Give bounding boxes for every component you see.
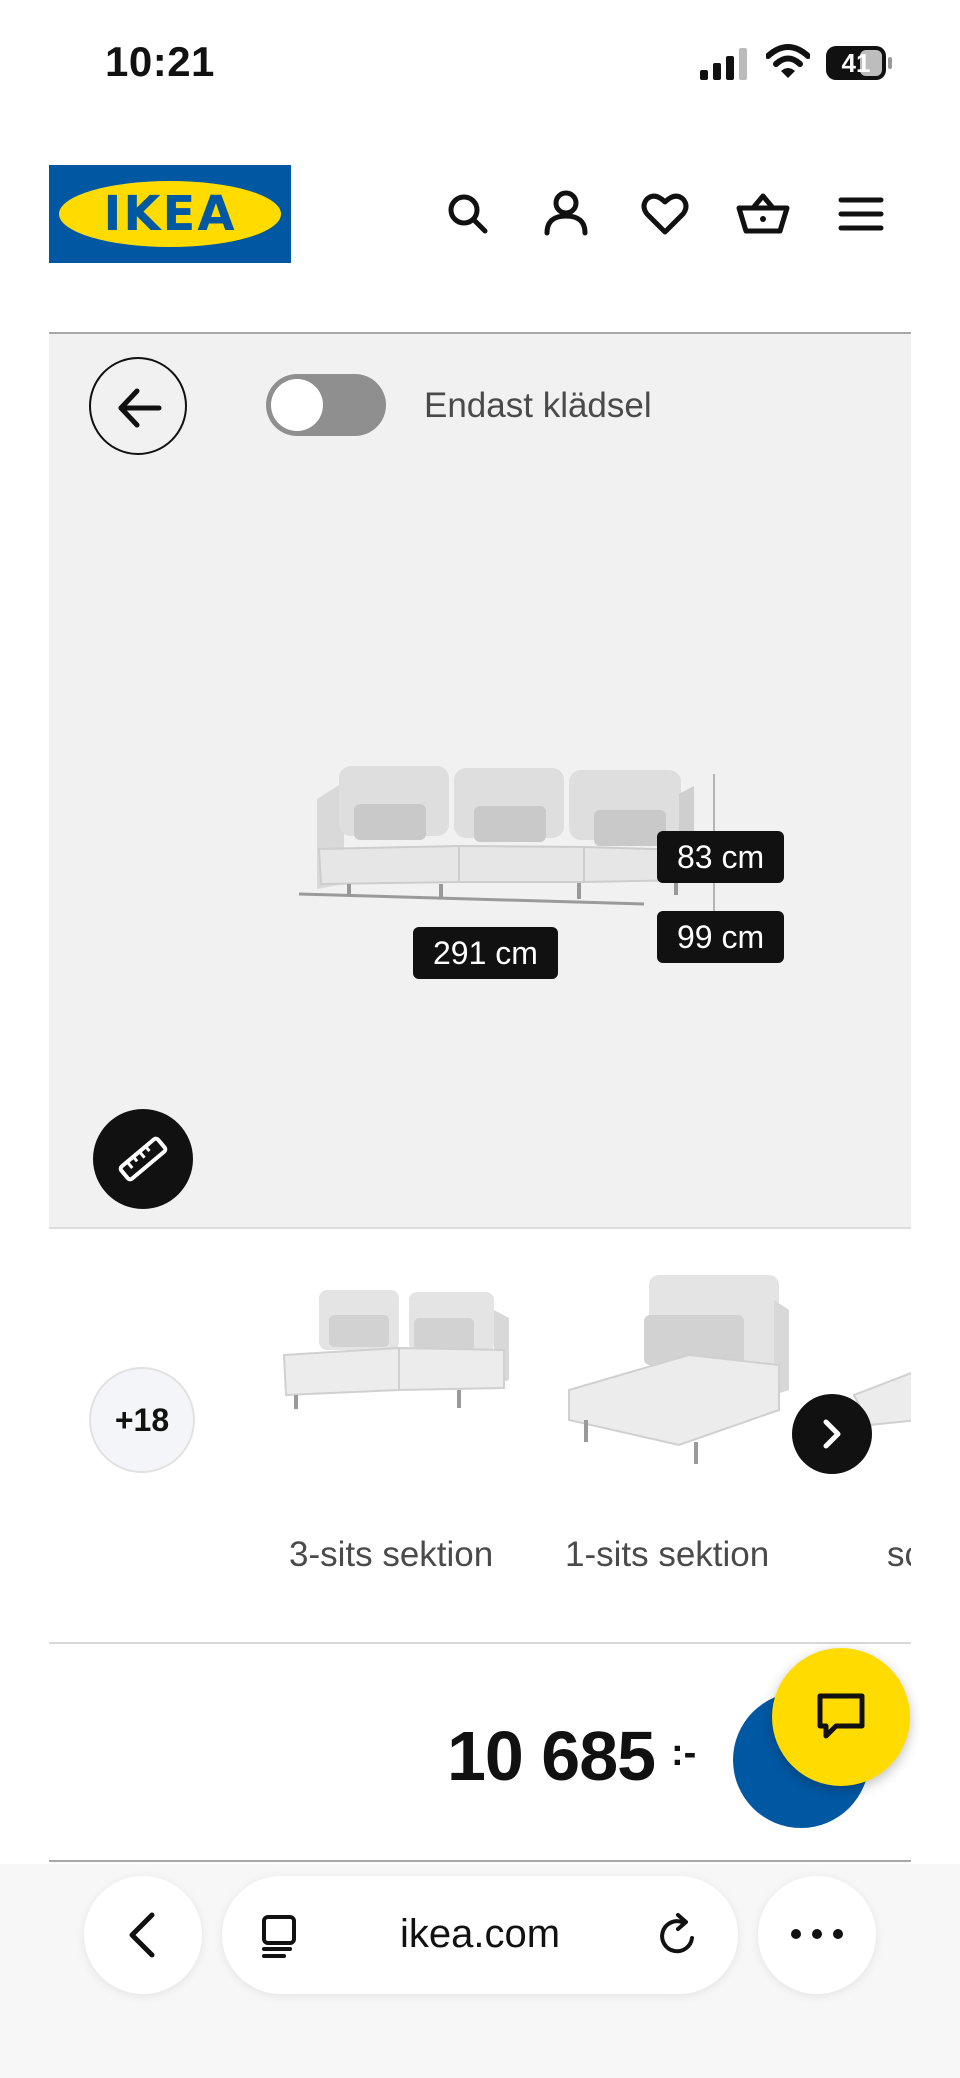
more-icon: [791, 1929, 843, 1939]
battery-level: 41: [841, 48, 871, 78]
price-currency: :-: [671, 1732, 697, 1774]
variant-item[interactable]: 3-sits sektion: [274, 1270, 524, 1574]
upholstery-only-label: Endast klädsel: [424, 386, 652, 425]
logo-text: IKEA: [103, 186, 237, 242]
account-icon[interactable]: [538, 186, 594, 242]
signal-icon: [700, 48, 747, 80]
variant-label: 3-sits sektion: [289, 1535, 494, 1574]
product-viewer[interactable]: Endast klädsel 291 cm 83 cm 99 cm: [49, 332, 911, 1229]
wifi-icon: [766, 44, 810, 78]
three-seat-section-image: [282, 1290, 509, 1409]
heart-icon[interactable]: [637, 186, 693, 242]
ikea-logo[interactable]: IKEA: [49, 165, 291, 263]
one-seat-section-image: [568, 1275, 789, 1464]
chat-icon: [817, 1693, 865, 1739]
variant-label: sc: [887, 1535, 911, 1574]
depth-dimension-label: 99 cm: [657, 911, 785, 963]
variant-carousel[interactable]: +18 3-sits sektion 1-sits sektion s: [49, 1230, 911, 1640]
site-header: IKEA: [0, 160, 960, 270]
price-value: 10 685: [447, 1717, 656, 1795]
search-icon[interactable]: [440, 186, 496, 242]
measure-button[interactable]: [93, 1109, 193, 1209]
browser-more-button[interactable]: [758, 1876, 876, 1994]
more-variants-button[interactable]: +18: [89, 1367, 195, 1473]
arrow-left-icon: [118, 388, 162, 428]
menu-icon[interactable]: [833, 186, 889, 242]
status-time: 10:21: [105, 38, 215, 85]
variant-label: 1-sits sektion: [565, 1535, 770, 1574]
reload-icon[interactable]: [656, 1912, 700, 1958]
variant-item[interactable]: 1-sits sektion: [559, 1270, 799, 1574]
battery-icon: 41: [826, 46, 892, 80]
height-dimension-label: 83 cm: [657, 831, 785, 883]
address-bar[interactable]: ikea.com: [222, 1876, 738, 1994]
back-icon: [129, 1912, 155, 1958]
ruler-icon: [118, 1136, 168, 1182]
toggle-knob: [271, 379, 323, 431]
carousel-next-button[interactable]: [792, 1394, 872, 1474]
browser-back-button[interactable]: [84, 1876, 202, 1994]
browser-toolbar: ikea.com: [0, 1864, 960, 2078]
status-bar: 10:21 41: [0, 0, 960, 130]
chevron-right-icon: [823, 1419, 841, 1449]
upholstery-only-toggle[interactable]: [266, 374, 386, 436]
basket-icon[interactable]: [735, 186, 791, 242]
viewer-back-button[interactable]: [89, 357, 187, 455]
chat-button[interactable]: [772, 1648, 910, 1786]
width-dimension-label: 291 cm: [413, 927, 558, 979]
